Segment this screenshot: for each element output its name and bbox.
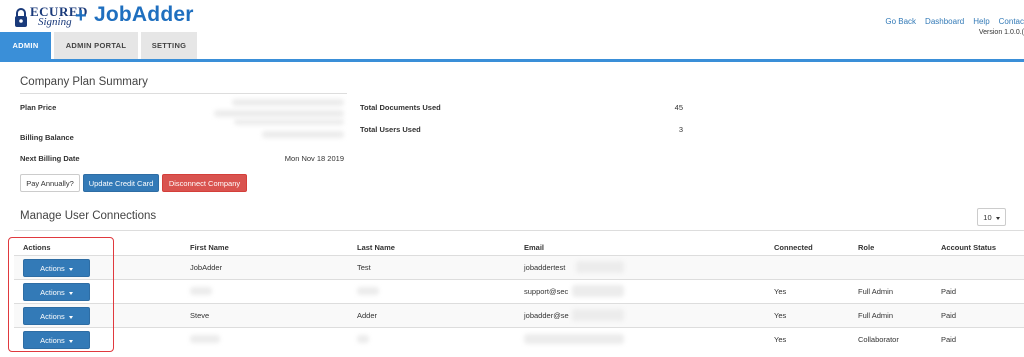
contact-link[interactable]: Contac [999, 17, 1024, 26]
status-cell: Paid [941, 311, 957, 320]
help-link[interactable]: Help [973, 17, 989, 26]
status-cell: Paid [941, 287, 957, 296]
last-name-cell: Adder [357, 311, 378, 320]
first-name-redacted [190, 335, 220, 343]
chevron-down-icon [995, 216, 1000, 220]
tab-underline [0, 59, 1024, 62]
first-name-cell: JobAdder [190, 263, 223, 272]
plan-price-label: Plan Price [20, 103, 57, 112]
total-users-label: Total Users Used [360, 125, 421, 134]
email-redacted [524, 334, 624, 344]
billing-balance-label: Billing Balance [20, 133, 74, 142]
plan-price-value-redacted-3 [234, 119, 344, 125]
user-connections-divider [14, 230, 1024, 231]
email-redacted [572, 309, 624, 321]
version-text: Version 1.0.0.( [978, 29, 1024, 36]
table-row: Actions Steve Adder jobadder@se Yes Full… [14, 303, 1024, 327]
highlight-box [8, 237, 114, 352]
total-documents-value: 45 [674, 103, 683, 112]
email-cell: support@sec [524, 287, 569, 296]
lock-icon [14, 8, 28, 27]
top-nav-links: Go Back Dashboard Help Contac [885, 17, 1024, 26]
plan-price-value-redacted-2 [214, 110, 344, 117]
col-last-name[interactable]: Last Name [357, 243, 395, 252]
total-documents-label: Total Documents Used [360, 103, 441, 112]
last-name-cell: Test [357, 263, 371, 272]
first-name-cell: Steve [190, 311, 210, 320]
dashboard-link[interactable]: Dashboard [925, 17, 964, 26]
app-header: ECURED Signing + JobAdder Go Back Dashbo… [0, 0, 1024, 59]
pay-annually-button[interactable]: Pay Annually? [20, 174, 80, 192]
first-name-redacted [190, 287, 212, 295]
plan-summary-title: Company Plan Summary [20, 76, 148, 88]
col-first-name[interactable]: First Name [190, 243, 229, 252]
plan-summary-divider [20, 93, 347, 94]
col-account-status[interactable]: Account Status [941, 243, 996, 252]
plan-price-value-redacted [232, 99, 344, 106]
go-back-link[interactable]: Go Back [885, 17, 916, 26]
email-cell: jobadder@se [524, 311, 569, 320]
col-role[interactable]: Role [858, 243, 874, 252]
last-name-redacted [357, 287, 379, 295]
table-row: Actions Yes Collaborator Paid [14, 327, 1024, 357]
email-cell: jobaddertest [524, 263, 566, 272]
jobadder-logo: JobAdder [94, 3, 194, 26]
user-connections-title: Manage User Connections [20, 210, 157, 222]
tab-admin[interactable]: ADMIN [0, 32, 51, 59]
plus-sign: + [75, 5, 87, 27]
update-credit-card-button[interactable]: Update Credit Card [83, 174, 159, 192]
tab-setting[interactable]: SETTING [141, 32, 197, 59]
connected-cell: Yes [774, 335, 787, 344]
next-billing-label: Next Billing Date [20, 154, 80, 163]
page-size-value: 10 [983, 213, 992, 222]
status-cell: Paid [941, 335, 957, 344]
connected-cell: Yes [774, 287, 787, 296]
total-users-value: 3 [678, 125, 683, 134]
last-name-redacted [357, 335, 369, 343]
connected-cell: Yes [774, 311, 787, 320]
table-row: Actions support@sec Yes Full Admin Paid [14, 279, 1024, 303]
table-row: Actions JobAdder Test jobaddertest [14, 255, 1024, 279]
billing-balance-value-redacted [262, 131, 344, 138]
role-cell: Full Admin [858, 311, 894, 320]
next-billing-value: Mon Nov 18 2019 [284, 154, 344, 163]
col-email[interactable]: Email [524, 243, 544, 252]
role-cell: Full Admin [858, 287, 894, 296]
disconnect-company-button[interactable]: Disconnect Company [162, 174, 247, 192]
email-redacted [572, 285, 624, 297]
tab-admin-portal[interactable]: ADMIN PORTAL [54, 32, 138, 59]
main-tabs: ADMIN ADMIN PORTAL SETTING [0, 32, 200, 59]
page-size-select[interactable]: 10 [977, 208, 1006, 226]
email-redacted [576, 261, 624, 273]
role-cell: Collaborator [858, 335, 899, 344]
col-connected[interactable]: Connected [774, 243, 813, 252]
